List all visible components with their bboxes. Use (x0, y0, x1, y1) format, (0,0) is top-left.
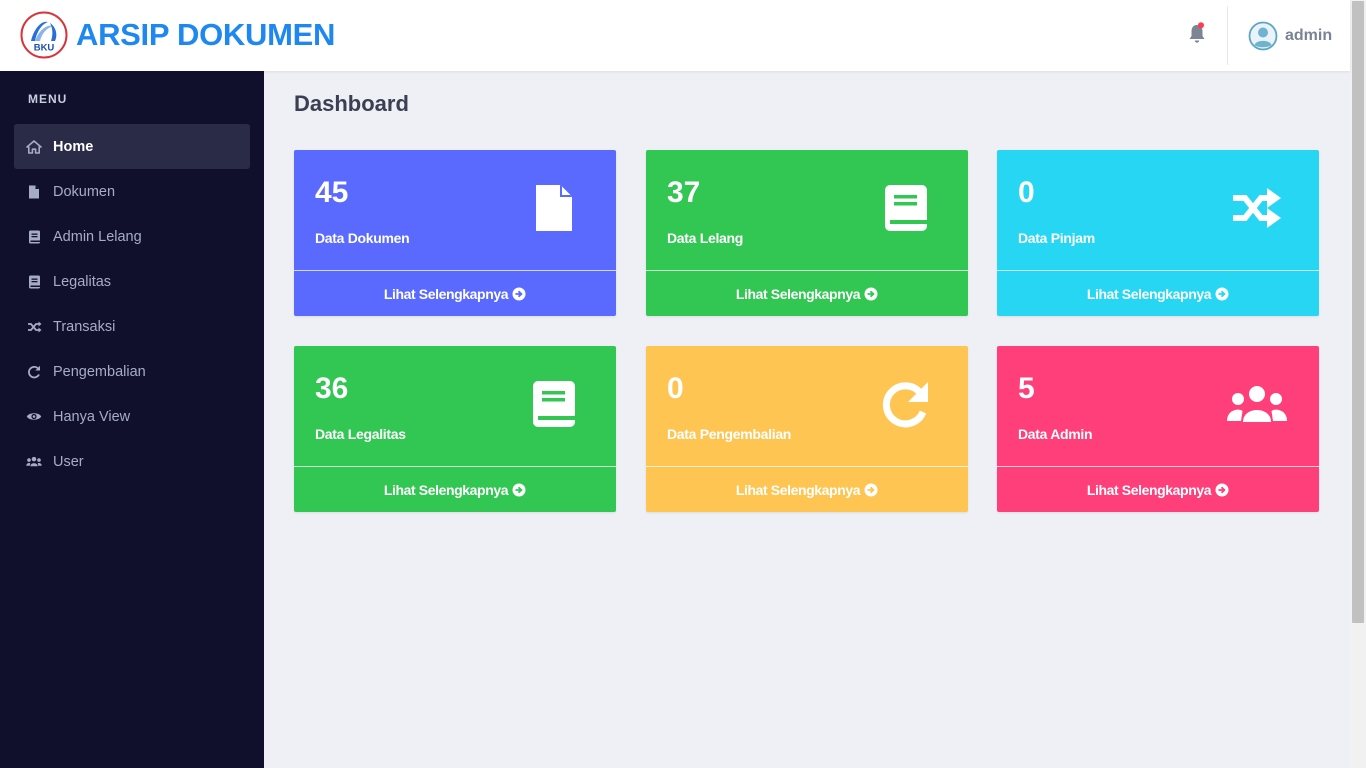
sidebar-item-label: Transaksi (53, 318, 116, 335)
sidebar-item-label: Pengembalian (53, 363, 146, 380)
card-label: Data Admin (1018, 426, 1093, 442)
redo-icon (26, 364, 42, 380)
sidebar-item-admin-lelang[interactable]: Admin Lelang (14, 214, 250, 259)
arrow-circle-right-icon (512, 483, 526, 496)
sidebar-item-dokumen[interactable]: Dokumen (14, 169, 250, 214)
book-icon (26, 229, 42, 245)
card-count: 36 (315, 372, 349, 405)
sidebar-nav: Home Dokumen Admin Lelang Legalitas Tran (14, 124, 250, 484)
sidebar-item-label: User (53, 453, 84, 470)
card-count: 37 (667, 176, 701, 209)
card-more-link[interactable]: Lihat Selengkapnya (646, 466, 968, 512)
svg-text:BKU: BKU (34, 43, 55, 54)
shuffle-icon (26, 319, 42, 335)
arrow-circle-right-icon (1215, 287, 1229, 300)
user-name: admin (1285, 27, 1333, 44)
scrollbar-thumb[interactable] (1352, 1, 1364, 623)
card-more-link[interactable]: Lihat Selengkapnya (646, 270, 968, 316)
card-count: 45 (315, 176, 349, 209)
stat-card-admin: 5 Data Admin Lihat Selengkapnya (997, 346, 1319, 512)
card-more-link[interactable]: Lihat Selengkapnya (294, 466, 616, 512)
arrow-circle-right-icon (512, 287, 526, 300)
sidebar: MENU Home Dokumen Admin Lelang Legalitas (0, 71, 264, 768)
sidebar-item-label: Hanya View (53, 408, 131, 425)
card-label: Data Dokumen (315, 230, 410, 246)
card-more-label: Lihat Selengkapnya (735, 481, 861, 498)
bell-icon[interactable] (1188, 22, 1206, 44)
card-more-label: Lihat Selengkapnya (1086, 481, 1212, 498)
card-more-label: Lihat Selengkapnya (383, 285, 509, 302)
sidebar-item-label: Dokumen (53, 183, 116, 200)
book-icon (874, 180, 938, 236)
stat-card-pengembalian: 0 Data Pengembalian Lihat Selengkapnya (646, 346, 968, 512)
card-label: Data Legalitas (315, 426, 406, 442)
users-icon (1225, 376, 1289, 432)
card-label: Data Lelang (667, 230, 744, 246)
card-more-label: Lihat Selengkapnya (735, 285, 861, 302)
users-icon (26, 454, 42, 470)
eye-icon (26, 409, 42, 425)
stat-card-pinjam: 0 Data Pinjam Lihat Selengkapnya (997, 150, 1319, 316)
top-header: BKU ARSIP DOKUMEN admin (0, 0, 1350, 71)
sidebar-item-label: Home (53, 138, 94, 155)
arrow-circle-right-icon (1215, 483, 1229, 496)
sidebar-item-pengembalian[interactable]: Pengembalian (14, 349, 250, 394)
home-icon (26, 139, 42, 155)
stat-card-legalitas: 36 Data Legalitas Lihat Selengkapnya (294, 346, 616, 512)
card-label: Data Pengembalian (667, 426, 792, 442)
sidebar-item-hanya-view[interactable]: Hanya View (14, 394, 250, 439)
page-title: Dashboard (294, 91, 409, 116)
book-icon (26, 274, 42, 290)
sidebar-item-label: Admin Lelang (53, 228, 142, 245)
card-more-link[interactable]: Lihat Selengkapnya (294, 270, 616, 316)
app-title: ARSIP DOKUMEN (76, 17, 336, 52)
avatar (1248, 21, 1278, 51)
card-count: 5 (1018, 372, 1035, 405)
sidebar-item-legalitas[interactable]: Legalitas (14, 259, 250, 304)
arrow-circle-right-icon (864, 483, 878, 496)
header-divider (1227, 6, 1228, 65)
file-icon (522, 180, 586, 236)
stat-card-lelang: 37 Data Lelang Lihat Selengkapnya (646, 150, 968, 316)
sidebar-item-user[interactable]: User (14, 439, 250, 484)
sidebar-item-home[interactable]: Home (14, 124, 250, 169)
card-count: 0 (1018, 176, 1035, 209)
bku-logo-icon: BKU (20, 11, 68, 59)
sidebar-item-transaksi[interactable]: Transaksi (14, 304, 250, 349)
shuffle-icon (1225, 180, 1289, 236)
card-label: Data Pinjam (1018, 230, 1095, 246)
card-count: 0 (667, 372, 684, 405)
card-more-link[interactable]: Lihat Selengkapnya (997, 466, 1319, 512)
user-menu[interactable]: admin (1248, 21, 1332, 51)
card-more-label: Lihat Selengkapnya (383, 481, 509, 498)
stat-card-dokumen: 45 Data Dokumen Lihat Selengkapnya (294, 150, 616, 316)
arrow-circle-right-icon (864, 287, 878, 300)
redo-icon (874, 376, 938, 432)
card-more-label: Lihat Selengkapnya (1086, 285, 1212, 302)
book-icon (522, 376, 586, 432)
file-icon (26, 184, 42, 200)
logo[interactable]: BKU ARSIP DOKUMEN (20, 11, 335, 59)
card-more-link[interactable]: Lihat Selengkapnya (997, 270, 1319, 316)
menu-title: MENU (28, 92, 68, 106)
sidebar-item-label: Legalitas (53, 273, 112, 290)
